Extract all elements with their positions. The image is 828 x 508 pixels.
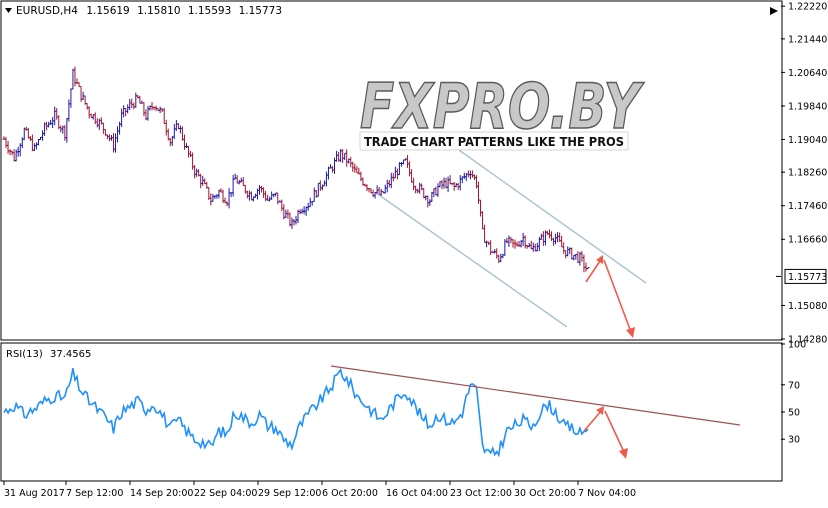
open-value: 1.15619	[86, 5, 129, 17]
time-tick-label: 14 Sep 20:00	[130, 488, 193, 499]
close-value: 1.15773	[239, 5, 282, 17]
time-tick-label: 7 Sep 12:00	[66, 488, 123, 499]
low-value: 1.15593	[188, 5, 231, 17]
time-tick-label: 16 Oct 04:00	[386, 488, 448, 499]
price-tick-label: 1.19840	[788, 101, 827, 112]
time-tick-label: 29 Sep 12:00	[258, 488, 321, 499]
rsi-value: 37.4565	[50, 349, 91, 360]
rsi-panel-frame	[0, 342, 783, 482]
symbol-label: EURUSD,H4	[16, 5, 78, 17]
rsi-tick-label: 30	[788, 435, 800, 446]
current-price-label: 1.15773	[788, 272, 827, 283]
watermark-logo: FXPRO.BY TRADE CHART PATTERNS LIKE THE P…	[359, 69, 646, 151]
time-tick-label: 6 Oct 20:00	[322, 488, 378, 499]
price-tick-label: 1.20640	[788, 68, 827, 79]
price-tick-label: 1.17460	[788, 201, 827, 212]
chart-window: FXPRO.BY TRADE CHART PATTERNS LIKE THE P…	[0, 0, 828, 504]
price-panel-frame	[0, 0, 783, 341]
price-tick-label: 1.19040	[788, 135, 827, 146]
rsi-tick-label: 100	[788, 340, 806, 351]
high-value: 1.15810	[137, 5, 180, 17]
price-tick-label: 1.21440	[788, 34, 827, 45]
time-tick-label: 22 Sep 04:00	[194, 488, 257, 499]
price-tick-label: 1.15080	[788, 301, 827, 312]
chart-header: EURUSD,H4 1.15619 1.15810 1.15593 1.1577…	[5, 5, 282, 17]
rsi-axis: 100 70 50 30	[781, 340, 806, 446]
time-tick-label: 30 Oct 20:00	[514, 488, 576, 499]
chart-canvas[interactable]: FXPRO.BY TRADE CHART PATTERNS LIKE THE P…	[0, 0, 828, 504]
price-axis: 1.22220 1.21440 1.20640 1.19840 1.19040 1.182…	[781, 2, 827, 346]
time-tick-label: 7 Nov 04:00	[578, 488, 636, 499]
rsi-label: RSI(13)	[6, 349, 43, 360]
price-tick-label: 1.22220	[788, 2, 827, 13]
price-tick-label: 1.18260	[788, 168, 827, 179]
time-tick-label: 23 Oct 12:00	[450, 488, 512, 499]
time-axis: 31 Aug 2017 7 Sep 12:00 14 Sep 20:00 22 Sep…	[3, 481, 636, 499]
header-text: EURUSD,H4 1.15619 1.15810 1.15593 1.1577…	[16, 5, 282, 17]
rsi-tick-label: 50	[788, 408, 800, 419]
time-tick-label: 31 Aug 2017	[4, 488, 65, 499]
rsi-tick-label: 70	[788, 380, 800, 391]
price-tick-label: 1.16660	[788, 235, 827, 246]
watermark-tagline: TRADE CHART PATTERNS LIKE THE PROS	[364, 134, 624, 149]
